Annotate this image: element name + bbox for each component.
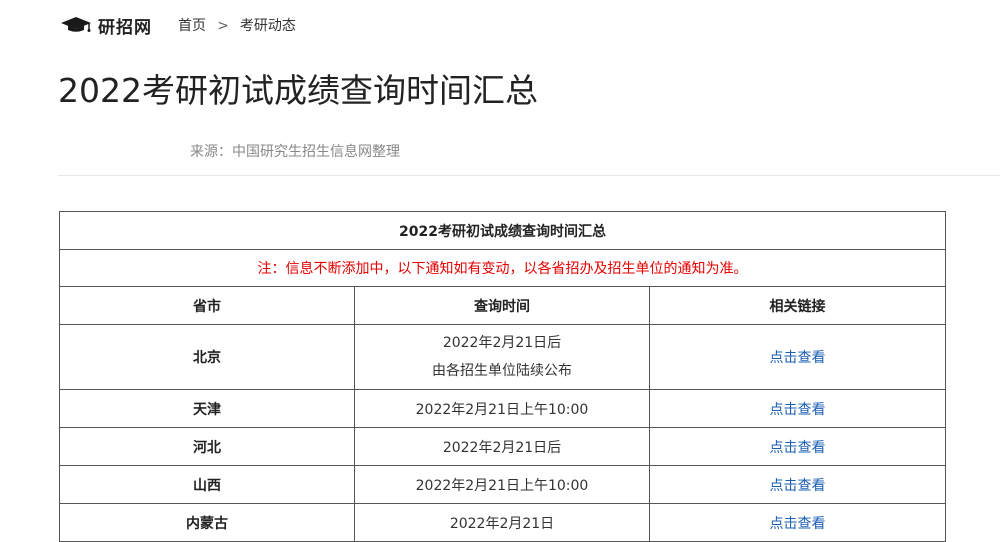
breadcrumb-home-link[interactable]: 首页: [178, 18, 206, 34]
breadcrumb-separator: >: [217, 18, 229, 34]
time-cell: 2022年2月21日: [354, 503, 650, 542]
link-cell: 点击查看: [648, 465, 947, 504]
table-row: 天津 2022年2月21日上午10:00 点击查看: [59, 389, 947, 428]
link-cell: 点击查看: [648, 324, 947, 390]
view-link-beijing[interactable]: 点击查看: [770, 350, 826, 366]
link-cell: 点击查看: [648, 389, 947, 428]
table-title: 2022考研初试成绩查询时间汇总: [58, 211, 947, 250]
province-cell: 内蒙古: [59, 503, 355, 542]
top-navigation: 研招网 首页 > 考研动态: [60, 12, 296, 38]
table-row: 河北 2022年2月21日后 点击查看: [59, 427, 947, 466]
column-header-time: 查询时间: [354, 286, 650, 325]
divider: [58, 175, 1000, 176]
province-cell: 河北: [59, 427, 355, 466]
table-title-row: 2022考研初试成绩查询时间汇总: [58, 211, 947, 250]
province-cell: 天津: [59, 389, 355, 428]
table-row: 山西 2022年2月21日上午10:00 点击查看: [59, 465, 947, 504]
column-header-link: 相关链接: [648, 286, 947, 325]
province-cell: 山西: [59, 465, 355, 504]
article-source: 来源：中国研究生招生信息网整理: [190, 144, 400, 160]
column-header-province: 省市: [59, 286, 355, 325]
link-cell: 点击查看: [648, 427, 947, 466]
table-row: 内蒙古 2022年2月21日 点击查看: [59, 503, 947, 542]
province-cell: 北京: [59, 324, 355, 390]
table-note-row: 注：信息不断添加中，以下通知如有变动，以各省招办及招生单位的通知为准。: [58, 249, 947, 287]
view-link-tianjin[interactable]: 点击查看: [770, 402, 826, 418]
time-cell: 2022年2月21日后: [354, 427, 650, 466]
time-line: 2022年2月21日后: [442, 335, 562, 351]
table-row: 北京 2022年2月21日后 由各招生单位陆续公布 点击查看: [59, 324, 947, 390]
time-cell: 2022年2月21日后 由各招生单位陆续公布: [354, 324, 650, 390]
table-note: 注：信息不断添加中，以下通知如有变动，以各省招办及招生单位的通知为准。: [58, 249, 947, 287]
view-link-hebei[interactable]: 点击查看: [770, 440, 826, 456]
table-header-row: 省市 查询时间 相关链接: [59, 286, 947, 325]
brand-name: 研招网: [98, 17, 152, 38]
time-line: 由各招生单位陆续公布: [432, 363, 572, 379]
time-cell: 2022年2月21日上午10:00: [354, 389, 650, 428]
view-link-neimenggu[interactable]: 点击查看: [770, 516, 826, 532]
view-link-shanxi[interactable]: 点击查看: [770, 478, 826, 494]
page-title: 2022考研初试成绩查询时间汇总: [58, 71, 538, 110]
breadcrumb: 首页 > 考研动态: [178, 15, 296, 35]
link-cell: 点击查看: [648, 503, 947, 542]
site-logo[interactable]: 研招网: [60, 13, 152, 38]
breadcrumb-current-link[interactable]: 考研动态: [240, 18, 296, 34]
graduation-cap-icon: [60, 17, 98, 33]
time-cell: 2022年2月21日上午10:00: [354, 465, 650, 504]
score-query-table: 2022考研初试成绩查询时间汇总 注：信息不断添加中，以下通知如有变动，以各省招…: [58, 211, 947, 542]
